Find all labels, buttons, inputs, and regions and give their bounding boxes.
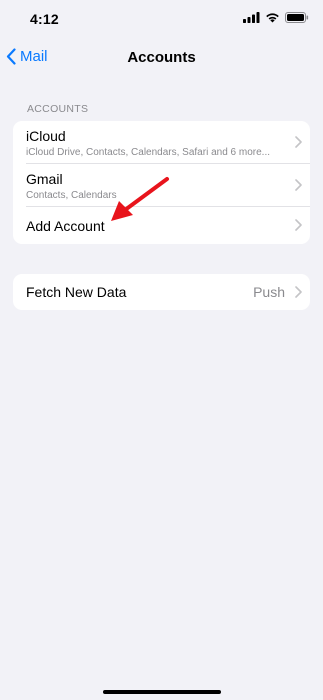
chevron-right-icon	[295, 286, 302, 298]
section-header-accounts: ACCOUNTS	[27, 103, 89, 115]
status-time: 4:12	[30, 11, 59, 27]
status-bar: 4:12	[0, 0, 323, 40]
chevron-right-icon	[295, 179, 302, 191]
chevron-right-icon	[295, 219, 302, 231]
status-icons	[243, 12, 309, 23]
battery-icon	[285, 12, 309, 23]
navigation-bar: Mail Accounts	[0, 40, 323, 76]
red-arrow-annotation	[111, 177, 169, 221]
fetch-settings-group: Fetch New Data Push	[13, 274, 310, 310]
account-title: Gmail	[26, 171, 63, 187]
chevron-right-icon	[295, 136, 302, 148]
fetch-new-data-value: Push	[253, 284, 285, 300]
fetch-new-data-row[interactable]: Fetch New Data Push	[13, 274, 310, 310]
account-subtitle: iCloud Drive, Contacts, Calendars, Safar…	[26, 147, 270, 158]
wifi-icon	[266, 13, 279, 23]
account-title: iCloud	[26, 128, 66, 144]
cellular-signal-icon	[243, 12, 260, 23]
fetch-new-data-label: Fetch New Data	[26, 284, 127, 300]
home-indicator[interactable]	[103, 690, 221, 694]
add-account-label: Add Account	[26, 218, 105, 234]
account-subtitle: Contacts, Calendars	[26, 190, 117, 201]
account-row-icloud[interactable]: iCloud iCloud Drive, Contacts, Calendars…	[13, 121, 310, 164]
page-title: Accounts	[127, 49, 196, 66]
